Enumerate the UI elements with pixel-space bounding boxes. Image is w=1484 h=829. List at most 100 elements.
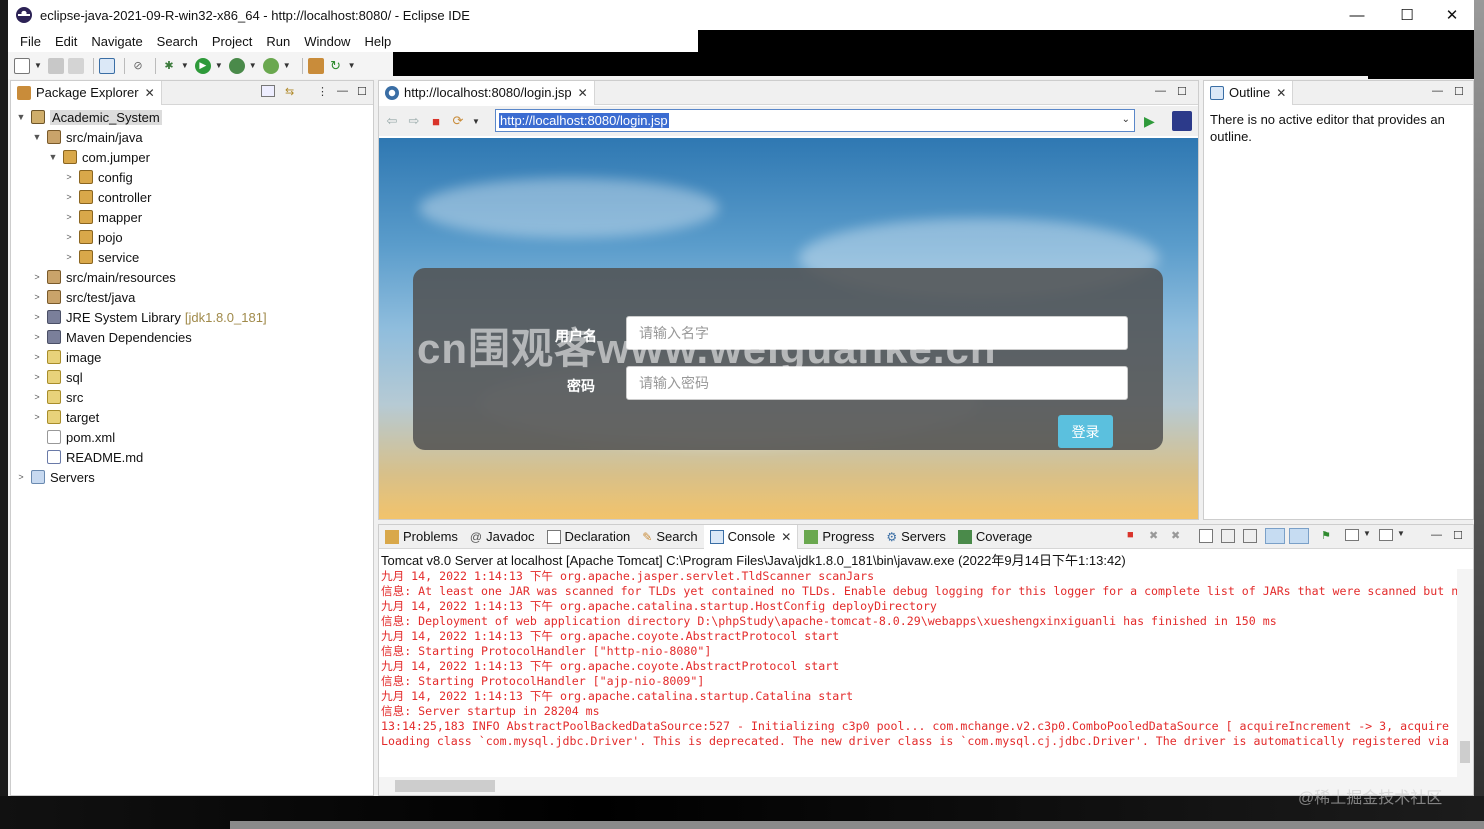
new-class-icon[interactable]: ↻ — [328, 58, 344, 74]
chevron-right-icon[interactable]: > — [31, 352, 43, 362]
menu-search[interactable]: Search — [150, 34, 205, 49]
maximize-view-icon[interactable]: ☐ — [1454, 85, 1464, 98]
tree-item[interactable]: > pojo — [63, 227, 122, 247]
maximize-button[interactable]: ☐ — [1384, 0, 1430, 30]
show-console-stdout-icon[interactable] — [1265, 528, 1285, 544]
close-icon[interactable]: ✕ — [781, 530, 791, 544]
forward-icon[interactable]: ⇨ — [405, 112, 423, 130]
tab-servers[interactable]: ⚙ Servers — [880, 525, 952, 549]
menu-window[interactable]: Window — [297, 34, 357, 49]
tree-item[interactable]: README.md — [31, 447, 143, 467]
maximize-view-icon[interactable]: ☐ — [1453, 529, 1463, 542]
refresh-icon[interactable]: ⟳ — [449, 112, 467, 130]
show-console-stderr-icon[interactable] — [1289, 528, 1309, 544]
remove-all-terminated-icon[interactable]: ✖ — [1171, 529, 1180, 542]
tab-declaration[interactable]: Declaration — [541, 525, 637, 549]
tab-package-explorer[interactable]: Package Explorer ✕ — [11, 80, 162, 105]
chevron-right-icon[interactable]: > — [31, 312, 43, 322]
tree-item[interactable]: > sql — [31, 367, 82, 387]
open-console-dropdown-icon[interactable]: ▼ — [1397, 529, 1405, 538]
tree-item[interactable]: ▼ Academic_System — [15, 107, 162, 127]
tree-item[interactable]: > JRE System Library [jdk1.8.0_181] — [31, 307, 266, 327]
url-input[interactable]: http://localhost:8080/login.jsp ⌄ — [495, 109, 1135, 132]
tab-javadoc[interactable]: @ Javadoc — [464, 525, 541, 549]
tree-item[interactable]: pom.xml — [31, 427, 115, 447]
menu-project[interactable]: Project — [205, 34, 259, 49]
minimize-view-icon[interactable]: — — [337, 85, 348, 97]
tree-item[interactable]: ▼ src/main/java — [31, 127, 143, 147]
word-wrap-icon[interactable] — [1243, 529, 1257, 543]
console-output[interactable]: 九月 14, 2022 1:14:13 下午 org.apache.jasper… — [379, 569, 1457, 777]
pin-console-icon[interactable]: ⚑ — [1321, 529, 1331, 542]
maximize-view-icon[interactable]: ☐ — [1177, 85, 1187, 98]
chevron-down-icon[interactable]: ▼ — [47, 152, 59, 162]
save-icon[interactable] — [47, 57, 64, 74]
new-package-icon[interactable] — [307, 57, 324, 74]
back-icon[interactable]: ⇦ — [383, 112, 401, 130]
chevron-right-icon[interactable]: > — [31, 292, 43, 302]
new-icon[interactable] — [14, 57, 30, 74]
tree-item[interactable]: > config — [63, 167, 132, 187]
tab-console[interactable]: Console ✕ — [703, 524, 799, 549]
minimize-view-icon[interactable]: — — [1432, 85, 1443, 97]
tree-item[interactable]: > service — [63, 247, 139, 267]
clear-console-icon[interactable] — [1199, 529, 1213, 543]
tree-item[interactable]: > controller — [63, 187, 151, 207]
chevron-right-icon[interactable]: > — [63, 232, 75, 242]
view-menu-icon[interactable]: ⋮ — [317, 85, 328, 98]
remove-launch-icon[interactable]: ✖ — [1149, 529, 1158, 542]
chevron-right-icon[interactable]: > — [31, 332, 43, 342]
run-dropdown-icon[interactable]: ▼ — [215, 61, 223, 70]
chevron-right-icon[interactable]: > — [63, 252, 75, 262]
chevron-right-icon[interactable]: > — [31, 272, 43, 282]
run-icon[interactable]: ▶ — [194, 57, 211, 74]
external-tools-dropdown-icon[interactable]: ▼ — [283, 61, 291, 70]
tree-item[interactable]: > mapper — [63, 207, 142, 227]
minimize-view-icon[interactable]: — — [1431, 529, 1442, 541]
minimize-button[interactable]: — — [1334, 0, 1380, 30]
debug-icon[interactable]: ✱ — [161, 58, 177, 74]
close-icon[interactable]: ✕ — [578, 86, 588, 100]
tree-item[interactable]: > Maven Dependencies — [31, 327, 191, 347]
open-external-browser-icon[interactable] — [1172, 111, 1192, 131]
tree-item[interactable]: ▼ com.jumper — [47, 147, 150, 167]
go-icon[interactable]: ▶ — [1144, 113, 1160, 129]
tree-item[interactable]: > src/main/resources — [31, 267, 175, 287]
minimize-view-icon[interactable]: — — [1155, 85, 1166, 97]
coverage-icon[interactable] — [228, 57, 245, 74]
chevron-right-icon[interactable]: > — [63, 172, 75, 182]
chevron-down-icon[interactable]: ▼ — [15, 112, 27, 122]
close-icon[interactable]: ✕ — [1276, 86, 1286, 100]
skip-breakpoints-icon[interactable]: ⊘ — [130, 58, 146, 74]
login-button[interactable]: 登录 — [1058, 415, 1113, 448]
tab-problems[interactable]: Problems — [379, 525, 464, 549]
tab-progress[interactable]: Progress — [798, 525, 880, 549]
refresh-dropdown-icon[interactable]: ▼ — [471, 112, 481, 130]
scroll-lock-icon[interactable] — [1221, 529, 1235, 543]
chevron-right-icon[interactable]: > — [31, 412, 43, 422]
stop-icon[interactable]: ■ — [427, 112, 445, 130]
display-console-icon[interactable] — [1345, 529, 1359, 541]
chevron-down-icon[interactable]: ▼ — [31, 132, 43, 142]
chevron-right-icon[interactable]: > — [63, 192, 75, 202]
external-tools-icon[interactable] — [262, 57, 279, 74]
menu-run[interactable]: Run — [259, 34, 297, 49]
new-dropdown-icon[interactable]: ▼ — [34, 61, 42, 70]
url-history-dropdown-icon[interactable]: ⌄ — [1122, 114, 1130, 125]
new-class-dropdown-icon[interactable]: ▼ — [348, 61, 356, 70]
menu-help[interactable]: Help — [357, 34, 398, 49]
scroll-thumb[interactable] — [1460, 741, 1470, 763]
close-button[interactable]: ✕ — [1429, 0, 1474, 30]
terminal-icon[interactable] — [98, 57, 115, 74]
menu-edit[interactable]: Edit — [48, 34, 84, 49]
collapse-all-icon[interactable] — [261, 85, 275, 97]
tree-item[interactable]: > target — [31, 407, 99, 427]
tree-item[interactable]: > Servers — [15, 467, 94, 487]
tab-search[interactable]: ✎ Search — [636, 525, 703, 549]
chevron-right-icon[interactable]: > — [63, 212, 75, 222]
terminate-icon[interactable]: ■ — [1127, 529, 1134, 541]
coverage-dropdown-icon[interactable]: ▼ — [249, 61, 257, 70]
tree-item[interactable]: > src — [31, 387, 83, 407]
link-with-editor-icon[interactable]: ⇆ — [285, 85, 294, 98]
tree-item[interactable]: > image — [31, 347, 101, 367]
